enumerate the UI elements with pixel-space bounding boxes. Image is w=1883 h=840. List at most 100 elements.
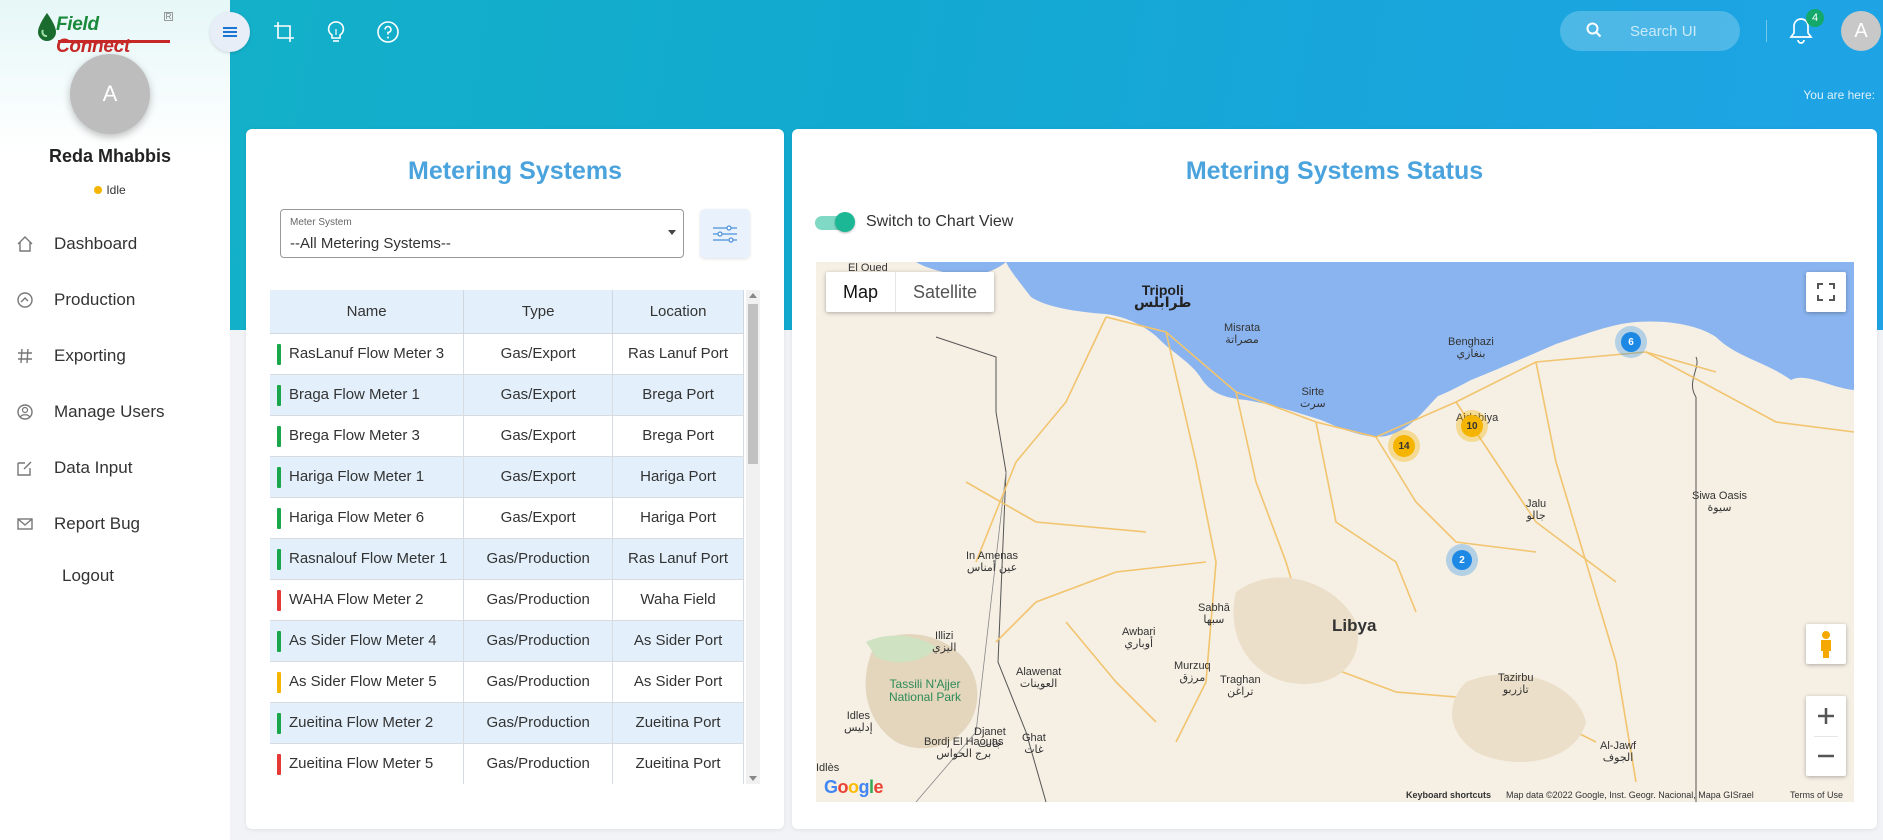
- cell-type: Gas/Production: [463, 702, 614, 744]
- search-input[interactable]: Search UI: [1560, 11, 1740, 51]
- lightbulb-icon[interactable]: [320, 16, 352, 48]
- city-label: Murzuq مرزق: [1174, 660, 1211, 684]
- table-row[interactable]: As Sider Flow Meter 4 Gas/Production As Si…: [270, 620, 744, 662]
- table-row[interactable]: Zueitina Flow Meter 5 Gas/Production Zueit…: [270, 743, 744, 784]
- filter-button[interactable]: [700, 209, 750, 258]
- map-attribution: Map data ©2022 Google, Inst. Geogr. Naci…: [1506, 790, 1754, 800]
- toggle-label: Switch to Chart View: [866, 213, 1014, 230]
- sidebar-item-dashboard[interactable]: Dashboard: [0, 224, 230, 264]
- cell-location: Zueitina Port: [612, 702, 744, 744]
- user-name: Reda Mhabbis: [48, 146, 172, 166]
- status-indicator: [277, 507, 281, 529]
- column-header-location[interactable]: Location: [612, 290, 744, 334]
- street-view-button[interactable]: [1806, 624, 1846, 664]
- table-row[interactable]: Brega Flow Meter 3 Gas/Export Brega Port: [270, 415, 744, 457]
- terms-link[interactable]: Terms of Use: [1790, 790, 1843, 800]
- table-row[interactable]: WAHA Flow Meter 2 Gas/Production Waha Fiel…: [270, 579, 744, 621]
- sidebar-item-exporting[interactable]: Exporting: [0, 336, 230, 376]
- table-row[interactable]: As Sider Flow Meter 5 Gas/Production As Si…: [270, 661, 744, 703]
- sidebar-item-data-input[interactable]: Data Input: [0, 448, 230, 488]
- city-label: Traghan تراغن: [1220, 674, 1261, 698]
- cell-location: Hariga Port: [612, 456, 744, 498]
- cell-name: Zueitina Flow Meter 2: [270, 702, 465, 744]
- map-cluster[interactable]: 6: [1615, 326, 1647, 358]
- app-logo[interactable]: Field Connect R: [36, 10, 176, 57]
- city-label: Ghat غات: [1022, 732, 1046, 756]
- table-scrollbar[interactable]: [746, 290, 760, 784]
- logo-text: Field Connect: [56, 14, 130, 57]
- city-label: Tripoli طرابلس: [1134, 282, 1192, 310]
- map-cluster[interactable]: 2: [1446, 544, 1478, 576]
- table-row[interactable]: RasLanuf Flow Meter 3 Gas/Export Ras Lanuf…: [270, 333, 744, 375]
- city-label: Siwa Oasis سيوة: [1692, 490, 1748, 514]
- plus-icon: [1818, 708, 1834, 724]
- cell-name: Hariga Flow Meter 1: [270, 456, 465, 498]
- sidebar-item-production[interactable]: Production: [0, 280, 230, 320]
- map-cluster[interactable]: 10: [1456, 410, 1488, 442]
- column-header-type[interactable]: Type: [463, 290, 614, 334]
- select-value: --All Metering Systems--: [290, 235, 451, 252]
- city-label: Al-Jawf الجوف: [1600, 740, 1637, 764]
- breadcrumb: You are here:: [1803, 88, 1875, 102]
- zoom-out-button[interactable]: [1806, 736, 1846, 776]
- map-type-map-button[interactable]: Map: [826, 272, 897, 312]
- sidebar-item-report-bug[interactable]: Report Bug: [0, 504, 230, 544]
- card-title: Metering Systems: [408, 157, 622, 185]
- city-label: Benghazi بنغازي: [1448, 336, 1494, 360]
- sidebar-item-label: Data Input: [54, 458, 133, 477]
- mail-icon: [14, 513, 36, 535]
- menu-toggle-button[interactable]: [210, 12, 250, 52]
- table-row[interactable]: Braga Flow Meter 1 Gas/Export Brega Port: [270, 374, 744, 416]
- header-avatar[interactable]: A: [1841, 11, 1881, 51]
- cell-type: Gas/Production: [463, 743, 614, 784]
- cell-name: Hariga Flow Meter 6: [270, 497, 465, 539]
- status-indicator: [277, 384, 281, 406]
- sidebar-item-manage-users[interactable]: Manage Users: [0, 392, 230, 432]
- sliders-icon: [713, 224, 737, 243]
- chevron-down-icon: [668, 230, 676, 235]
- users-icon: [14, 401, 36, 423]
- status-map[interactable]: Tripoli طرابلس Misrata مصراتة Sirte سرت Ben…: [816, 262, 1854, 802]
- status-indicator: [277, 589, 281, 611]
- sidebar-item-label: Manage Users: [54, 402, 165, 421]
- cell-location: Brega Port: [612, 415, 744, 457]
- keyboard-shortcuts-link[interactable]: Keyboard shortcuts: [1406, 790, 1491, 800]
- column-header-name[interactable]: Name: [270, 290, 465, 334]
- cell-name: As Sider Flow Meter 5: [270, 661, 465, 703]
- cell-type: Gas/Export: [463, 456, 614, 498]
- toggle-knob: [835, 212, 855, 232]
- city-label: In Amenas عين أمناس: [966, 550, 1018, 574]
- meter-system-select[interactable]: Meter System --All Metering Systems--: [280, 209, 684, 258]
- map-type-satellite-button[interactable]: Satellite: [896, 272, 994, 312]
- sidebar-item-logout[interactable]: Logout: [0, 556, 230, 596]
- city-label: Bordj El Haouas برج الحواس: [924, 736, 1004, 760]
- cell-location: Waha Field: [612, 579, 744, 621]
- cell-name: WAHA Flow Meter 2: [270, 579, 465, 621]
- oil-drop-icon: [38, 13, 56, 41]
- status-indicator: [277, 548, 281, 570]
- scrollbar-thumb[interactable]: [748, 304, 758, 464]
- scroll-down-icon[interactable]: [749, 776, 757, 781]
- table-row[interactable]: Hariga Flow Meter 1 Gas/Export Hariga Port: [270, 456, 744, 498]
- metering-systems-card: Metering Systems Meter System --All Mete…: [246, 129, 784, 829]
- table-row[interactable]: Hariga Flow Meter 6 Gas/Export Hariga Port: [270, 497, 744, 539]
- metering-status-card: Metering Systems Status Switch to Chart …: [792, 129, 1877, 829]
- cell-name: RasLanuf Flow Meter 3: [270, 333, 465, 375]
- scroll-up-icon[interactable]: [749, 293, 757, 298]
- zoom-in-button[interactable]: [1806, 696, 1846, 736]
- help-icon[interactable]: [372, 16, 404, 48]
- user-avatar[interactable]: A: [70, 54, 150, 134]
- pegman-icon: [1821, 631, 1831, 658]
- map-base: [816, 262, 1854, 802]
- sidebar-item-label: Exporting: [54, 346, 126, 365]
- edit-icon: [14, 457, 36, 479]
- hamburger-icon: [223, 25, 237, 39]
- table-row[interactable]: Rasnalouf Flow Meter 1 Gas/Production Ras …: [270, 538, 744, 580]
- crop-icon[interactable]: [268, 16, 300, 48]
- cell-name: Zueitina Flow Meter 5: [270, 743, 465, 784]
- cell-name: As Sider Flow Meter 4: [270, 620, 465, 662]
- chart-view-toggle[interactable]: [815, 212, 855, 232]
- map-cluster[interactable]: 14: [1388, 430, 1420, 462]
- table-row[interactable]: Zueitina Flow Meter 2 Gas/Production Zueit…: [270, 702, 744, 744]
- fullscreen-button[interactable]: [1806, 272, 1846, 312]
